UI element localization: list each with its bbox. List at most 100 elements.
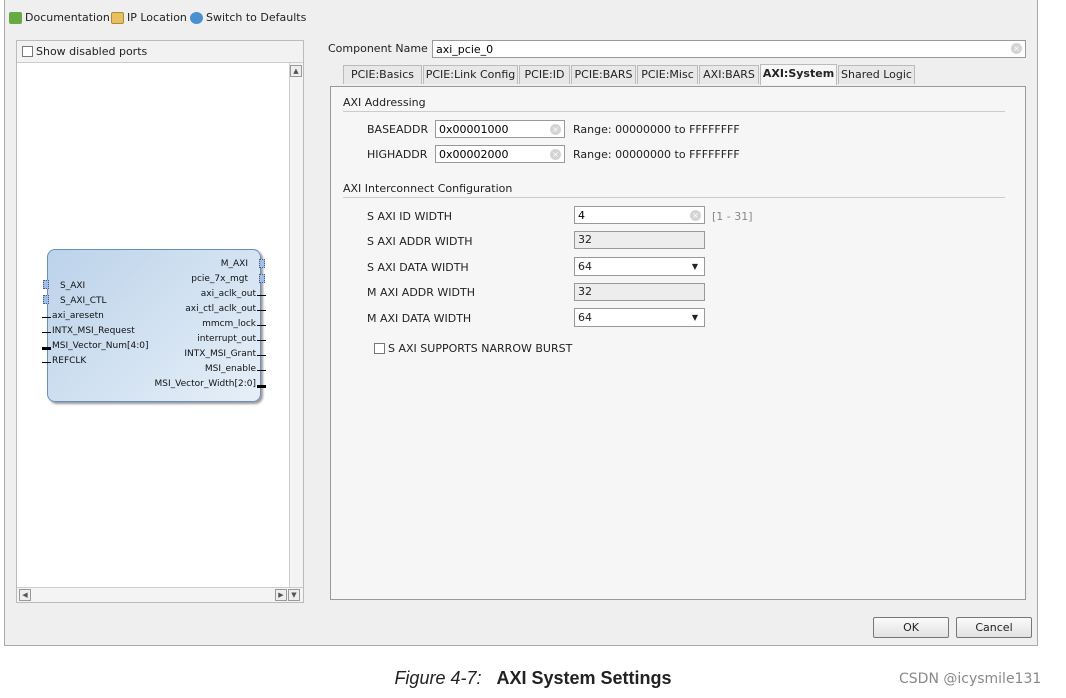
port-intx-msi-grant[interactable]: INTX_MSI_Grant bbox=[184, 349, 266, 359]
vertical-scrollbar[interactable]: ▲ bbox=[289, 63, 303, 587]
pin-icon bbox=[43, 295, 49, 304]
port-label: REFCLK bbox=[52, 356, 87, 366]
port-label: S_AXI bbox=[60, 281, 86, 291]
chevron-down-icon: ▼ bbox=[691, 313, 698, 322]
cancel-button[interactable]: Cancel bbox=[956, 617, 1032, 638]
port-s-axi-ctl[interactable]: S_AXI_CTL bbox=[43, 295, 107, 306]
ok-button[interactable]: OK bbox=[873, 617, 949, 638]
tab-axi-bars[interactable]: AXI:BARS bbox=[699, 65, 759, 84]
narrow-burst-label: S AXI SUPPORTS NARROW BURST bbox=[388, 342, 573, 355]
port-refclk[interactable]: REFCLK bbox=[42, 356, 87, 366]
axi-system-tab-panel: AXI Addressing BASEADDR × Range: 0000000… bbox=[330, 86, 1026, 600]
narrow-burst-checkbox[interactable]: S AXI SUPPORTS NARROW BURST bbox=[374, 342, 572, 355]
port-s-axi[interactable]: S_AXI bbox=[43, 280, 86, 291]
tab-pcie-bars[interactable]: PCIE:BARS bbox=[571, 65, 636, 84]
pin-icon bbox=[257, 355, 266, 356]
baseaddr-input[interactable] bbox=[435, 120, 565, 138]
tab-axi-system[interactable]: AXI:System bbox=[760, 64, 837, 85]
highaddr-label: HIGHADDR bbox=[367, 148, 428, 161]
tab-pcie-misc[interactable]: PCIE:Misc bbox=[637, 65, 698, 84]
port-label: MSI_Vector_Width[2:0] bbox=[154, 379, 256, 389]
tab-pcie-id[interactable]: PCIE:ID bbox=[519, 65, 570, 84]
pin-icon bbox=[257, 295, 266, 296]
pin-icon bbox=[259, 274, 265, 283]
pin-icon bbox=[257, 310, 266, 311]
m-axi-addr-width-value: 32 bbox=[574, 283, 705, 301]
port-msi-vector-num-4-0-[interactable]: MSI_Vector_Num[4:0] bbox=[42, 341, 149, 351]
port-label: S_AXI_CTL bbox=[60, 296, 107, 306]
checkbox-icon bbox=[374, 343, 385, 354]
port-label: interrupt_out bbox=[197, 334, 256, 344]
ip-location-button[interactable]: IP Location bbox=[111, 11, 187, 24]
s-axi-data-width-label: S AXI DATA WIDTH bbox=[367, 261, 469, 274]
axi-pcie-block[interactable]: S_AXI S_AXI_CTL axi_aresetn INTX_MSI_Reques… bbox=[42, 249, 266, 402]
switch-defaults-label: Switch to Defaults bbox=[206, 11, 307, 24]
documentation-label: Documentation bbox=[25, 11, 110, 24]
port-label: pcie_7x_mgt bbox=[191, 274, 248, 284]
s-axi-id-width-range: [1 - 31] bbox=[712, 210, 753, 223]
clear-icon[interactable]: × bbox=[690, 210, 701, 221]
scroll-down-button[interactable]: ▼ bbox=[288, 589, 300, 601]
book-icon bbox=[9, 11, 22, 24]
port-axi-ctl-aclk-out[interactable]: axi_ctl_aclk_out bbox=[185, 304, 266, 314]
tab-pcie-basics[interactable]: PCIE:Basics bbox=[343, 65, 422, 84]
m-axi-data-width-dropdown[interactable]: 64 ▼ bbox=[574, 308, 705, 327]
scroll-left-button[interactable]: ◀ bbox=[19, 589, 31, 601]
ip-location-label: IP Location bbox=[127, 11, 187, 24]
port-intx-msi-request[interactable]: INTX_MSI_Request bbox=[42, 326, 135, 336]
clear-icon[interactable]: × bbox=[550, 124, 561, 135]
m-axi-addr-width-label: M AXI ADDR WIDTH bbox=[367, 286, 475, 299]
s-axi-data-width-dropdown[interactable]: 64 ▼ bbox=[574, 257, 705, 276]
port-interrupt-out[interactable]: interrupt_out bbox=[197, 334, 266, 344]
s-axi-id-width-label: S AXI ID WIDTH bbox=[367, 210, 453, 223]
pin-icon bbox=[257, 340, 266, 341]
pin-icon bbox=[259, 259, 265, 268]
port-label: axi_ctl_aclk_out bbox=[185, 304, 256, 314]
checkbox-icon bbox=[22, 46, 33, 57]
scroll-up-button[interactable]: ▲ bbox=[290, 65, 302, 77]
pin-icon bbox=[42, 332, 51, 333]
port-msi-vector-width-2-0-[interactable]: MSI_Vector_Width[2:0] bbox=[154, 379, 266, 389]
pin-icon bbox=[42, 347, 51, 350]
port-label: INTX_MSI_Request bbox=[52, 326, 135, 336]
chevron-down-icon: ▼ bbox=[691, 262, 698, 271]
s-axi-data-width-value: 64 bbox=[578, 260, 592, 273]
refresh-icon bbox=[190, 11, 203, 24]
port-label: axi_aresetn bbox=[52, 311, 104, 321]
folder-icon bbox=[111, 11, 124, 24]
port-mmcm-lock[interactable]: mmcm_lock bbox=[202, 319, 266, 329]
pin-icon bbox=[257, 325, 266, 326]
tab-pcie-link-config[interactable]: PCIE:Link Config bbox=[423, 65, 518, 84]
show-disabled-ports-checkbox[interactable]: Show disabled ports bbox=[17, 41, 303, 63]
pin-icon bbox=[257, 385, 266, 388]
highaddr-input[interactable] bbox=[435, 145, 565, 163]
s-axi-addr-width-value: 32 bbox=[574, 231, 705, 249]
horizontal-scrollbar[interactable]: ◀ ▶ ▼ bbox=[17, 587, 303, 602]
component-name-input[interactable] bbox=[432, 40, 1026, 58]
documentation-button[interactable]: Documentation bbox=[9, 11, 110, 24]
port-msi-enable[interactable]: MSI_enable bbox=[205, 364, 266, 374]
s-axi-id-width-input[interactable] bbox=[574, 206, 705, 224]
clear-icon[interactable]: × bbox=[550, 149, 561, 160]
port-label: M_AXI bbox=[220, 259, 248, 269]
port-label: axi_aclk_out bbox=[200, 289, 256, 299]
scroll-right-button[interactable]: ▶ bbox=[275, 589, 287, 601]
switch-defaults-button[interactable]: Switch to Defaults bbox=[190, 11, 306, 24]
caption-title: AXI System Settings bbox=[496, 668, 672, 688]
component-name-label: Component Name bbox=[328, 42, 428, 55]
axi-addressing-header: AXI Addressing bbox=[343, 96, 1005, 112]
port-m-axi[interactable]: M_AXI bbox=[220, 259, 265, 269]
port-label: mmcm_lock bbox=[202, 319, 256, 329]
port-label: MSI_Vector_Num[4:0] bbox=[52, 341, 149, 351]
caption-number: Figure 4-7: bbox=[394, 668, 482, 688]
port-axi-aclk-out[interactable]: axi_aclk_out bbox=[200, 289, 266, 299]
baseaddr-range: Range: 00000000 to FFFFFFFF bbox=[573, 123, 740, 136]
m-axi-data-width-value: 64 bbox=[578, 311, 592, 324]
clear-icon[interactable]: × bbox=[1011, 43, 1022, 54]
tab-shared-logic[interactable]: Shared Logic bbox=[838, 65, 915, 84]
show-disabled-ports-label: Show disabled ports bbox=[36, 45, 148, 58]
interconnect-header: AXI Interconnect Configuration bbox=[343, 182, 1005, 198]
port-axi-aresetn[interactable]: axi_aresetn bbox=[42, 311, 104, 321]
port-pcie-7x-mgt[interactable]: pcie_7x_mgt bbox=[191, 274, 265, 284]
pin-icon bbox=[42, 362, 51, 363]
